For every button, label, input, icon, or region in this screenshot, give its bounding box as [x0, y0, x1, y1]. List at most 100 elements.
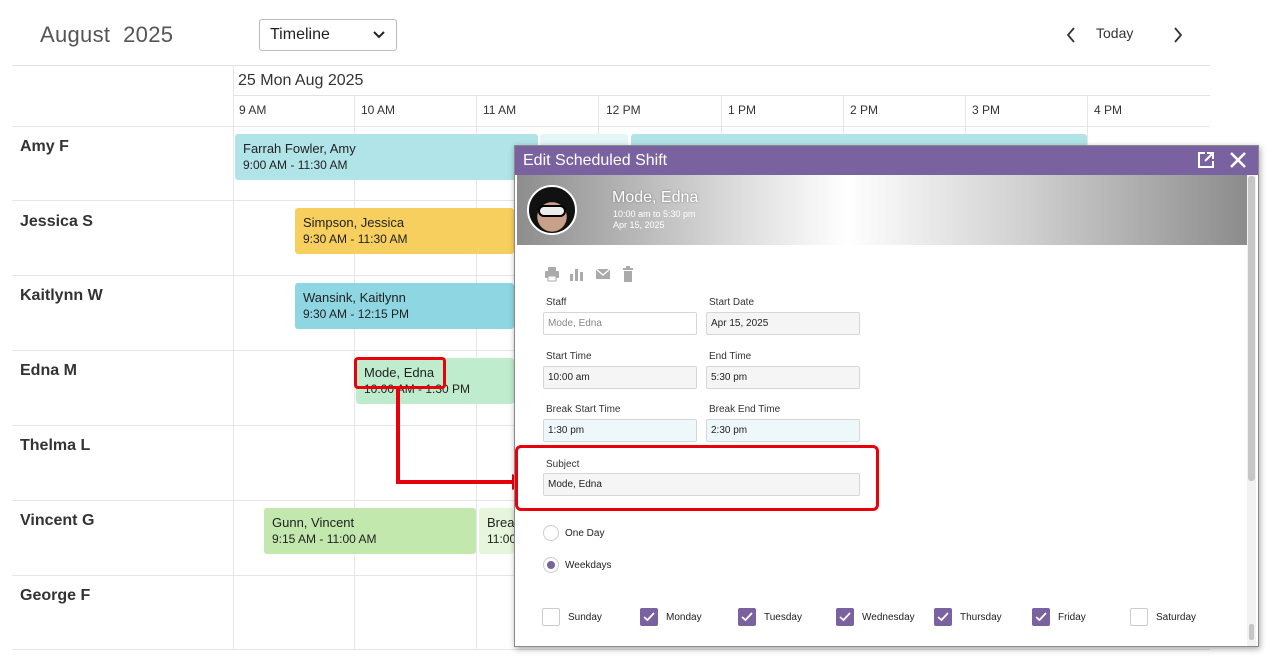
- event-title: Wansink, Kaitlynn: [303, 290, 406, 305]
- start-time-label: Start Time: [546, 351, 592, 362]
- banner-shift-time: 10:00 am to 5:30 pm: [613, 209, 696, 219]
- view-select-value: Timeline: [270, 26, 330, 43]
- resource-name: Thelma L: [20, 437, 91, 454]
- external-link-icon: [1198, 152, 1214, 168]
- staff-field[interactable]: Mode, Edna: [543, 312, 697, 335]
- resource-name: Edna M: [20, 362, 77, 379]
- staff-label: Staff: [546, 297, 567, 308]
- friday-label: Friday: [1058, 612, 1086, 623]
- close-icon: [1230, 152, 1246, 168]
- friday-checkbox[interactable]: [1032, 608, 1050, 626]
- popout-button[interactable]: [1196, 150, 1216, 170]
- event-title: Gunn, Vincent: [272, 515, 355, 530]
- saturday-label: Saturday: [1156, 612, 1197, 623]
- event-time: 9:15 AM - 11:00 AM: [272, 532, 377, 546]
- hour-label: 11 AM: [483, 103, 517, 117]
- sunday-checkbox[interactable]: [542, 608, 560, 626]
- grid-line: [233, 66, 234, 650]
- event-time: 9:30 AM - 12:15 PM: [303, 307, 410, 321]
- event-block[interactable]: Brea 11:00: [479, 508, 514, 554]
- monday-checkbox[interactable]: [640, 608, 658, 626]
- resource-name: Amy F: [20, 138, 69, 155]
- event-time: 9:30 AM - 11:30 AM: [303, 232, 408, 246]
- end-time-label: End Time: [709, 351, 752, 362]
- grid-line: [1087, 96, 1088, 146]
- check-icon: [1035, 612, 1047, 622]
- chevron-left-icon: [1066, 27, 1075, 43]
- start-date-field[interactable]: Apr 15, 2025: [706, 312, 860, 335]
- tuesday-checkbox[interactable]: [738, 608, 756, 626]
- scrollbar-bottom[interactable]: [1249, 624, 1254, 640]
- check-icon: [937, 612, 949, 622]
- print-icon[interactable]: [544, 266, 560, 282]
- next-button[interactable]: [1166, 22, 1190, 48]
- dialog-titlebar: Edit Scheduled Shift: [515, 146, 1258, 175]
- annotation-arrow-line: [396, 480, 514, 484]
- chevron-down-icon: [373, 31, 385, 39]
- resource-name: Jessica S: [20, 213, 93, 230]
- chevron-right-icon: [1174, 27, 1183, 43]
- event-title: Farrah Fowler, Amy: [243, 141, 356, 156]
- avatar: [527, 185, 577, 235]
- hour-label: 10 AM: [361, 103, 396, 117]
- timeline-date: 25 Mon Aug 2025: [238, 72, 364, 89]
- resource-name: Vincent G: [20, 512, 95, 529]
- banner-staff-name: Mode, Edna: [612, 189, 699, 206]
- tuesday-label: Tuesday: [764, 612, 802, 623]
- scheduler-app: August 2025 Timeline Today 25 Mon Aug 20…: [0, 0, 1276, 658]
- hour-label: 1 PM: [728, 103, 757, 117]
- start-date-label: Start Date: [709, 297, 755, 308]
- sunday-label: Sunday: [568, 612, 602, 623]
- break-end-field[interactable]: 2:30 pm: [706, 419, 860, 442]
- dialog-title: Edit Scheduled Shift: [523, 152, 668, 169]
- monday-label: Monday: [666, 612, 702, 623]
- check-icon: [839, 612, 851, 622]
- wednesday-checkbox[interactable]: [836, 608, 854, 626]
- break-start-field[interactable]: 1:30 pm: [543, 419, 697, 442]
- weekdays-radio[interactable]: [543, 557, 559, 573]
- resource-name: Kaitlynn W: [20, 287, 103, 304]
- check-icon: [741, 612, 753, 622]
- event-block[interactable]: Gunn, Vincent 9:15 AM - 11:00 AM: [264, 508, 476, 554]
- today-button[interactable]: Today: [1096, 25, 1133, 41]
- event-block[interactable]: Wansink, Kaitlynn 9:30 AM - 12:15 PM: [295, 283, 514, 329]
- scrollbar-thumb[interactable]: [1248, 176, 1255, 481]
- event-title: Simpson, Jessica: [303, 215, 405, 230]
- banner-shift-date: Apr 15, 2025: [613, 220, 665, 230]
- previous-button[interactable]: [1059, 22, 1083, 48]
- start-time-field[interactable]: 10:00 am: [543, 366, 697, 389]
- check-icon: [643, 612, 655, 622]
- hour-label: 2 PM: [850, 103, 879, 117]
- year-label: 2025: [123, 22, 174, 47]
- event-title: Brea: [487, 515, 514, 530]
- event-time: 9:00 AM - 11:30 AM: [243, 158, 348, 172]
- grid-top-border: [12, 65, 1210, 66]
- event-block[interactable]: Farrah Fowler, Amy 9:00 AM - 11:30 AM: [235, 134, 538, 180]
- subject-highlight-box: [515, 445, 879, 511]
- annotation-arrow-line: [396, 389, 400, 483]
- mail-icon[interactable]: [595, 266, 611, 282]
- hour-label: 3 PM: [972, 103, 1001, 117]
- chart-icon[interactable]: [569, 266, 585, 282]
- row-divider: [12, 126, 1210, 127]
- highlight-box: [354, 357, 446, 389]
- thursday-checkbox[interactable]: [934, 608, 952, 626]
- break-start-label: Break Start Time: [546, 404, 621, 415]
- close-button[interactable]: [1228, 150, 1248, 170]
- weekdays-label: Weekdays: [565, 560, 612, 571]
- hour-label: 12 PM: [606, 103, 641, 117]
- trash-icon[interactable]: [620, 266, 636, 282]
- event-block[interactable]: Simpson, Jessica 9:30 AM - 11:30 AM: [295, 208, 514, 254]
- thursday-label: Thursday: [960, 612, 1002, 623]
- view-select[interactable]: Timeline: [259, 19, 397, 51]
- one-day-radio[interactable]: [543, 525, 559, 541]
- hour-label: 9 AM: [239, 103, 267, 117]
- month-label: August: [40, 22, 111, 47]
- avatar-glasses: [538, 205, 566, 217]
- saturday-checkbox[interactable]: [1130, 608, 1148, 626]
- month-year-title: August 2025: [40, 22, 173, 48]
- event-time: 11:00: [487, 532, 514, 546]
- end-time-field[interactable]: 5:30 pm: [706, 366, 860, 389]
- break-end-label: Break End Time: [709, 404, 781, 415]
- one-day-label: One Day: [565, 528, 605, 539]
